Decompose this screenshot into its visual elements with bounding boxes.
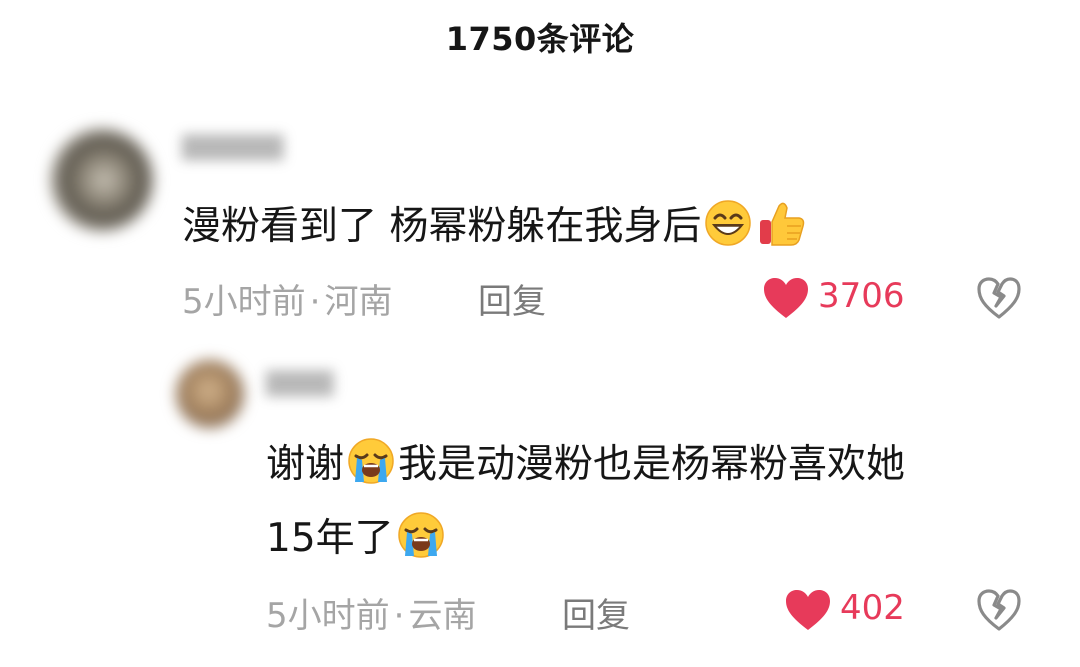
meta-separator: ·	[393, 596, 405, 636]
reply-time: 5小时前	[266, 596, 390, 636]
avatar[interactable]	[50, 128, 154, 232]
broken-heart-icon[interactable]	[976, 276, 1022, 320]
reply-username-blurred[interactable]: ████	[266, 372, 334, 397]
comment-time: 5小时前	[182, 282, 306, 322]
reply-body-line2: 15年了	[266, 516, 394, 561]
reply-button[interactable]: 回复	[478, 274, 546, 323]
comments-count-title: 1750条评论	[445, 20, 635, 58]
reply-avatar[interactable]	[176, 360, 244, 428]
like-count: 402	[840, 588, 905, 628]
comment-meta: 5小时前 · 河南	[182, 274, 392, 323]
broken-heart-icon[interactable]	[976, 588, 1022, 632]
reply-body-part1: 谢谢	[266, 442, 345, 487]
meta-separator: ·	[309, 282, 321, 322]
reply-meta: 5小时前 · 云南	[266, 588, 476, 637]
comments-panel: 1750条评论 ██████ 漫粉看到了 杨幂粉躲在我身后 5小时前 · 河南 回复…	[0, 0, 1080, 667]
heart-icon[interactable]	[784, 588, 832, 632]
grinning-face-icon	[703, 198, 753, 248]
reply-button[interactable]: 回复	[562, 588, 630, 637]
reply-body-line1: 我是动漫粉也是杨幂粉喜欢她	[398, 442, 906, 487]
comment-text[interactable]: 漫粉看到了 杨幂粉躲在我身后	[182, 190, 809, 264]
comment-body: 漫粉看到了 杨幂粉躲在我身后	[182, 204, 702, 249]
reply-comment-text[interactable]: 谢谢 我是动漫粉也是杨幂粉喜欢她 15年了	[266, 428, 1026, 576]
loudly-crying-face-icon	[346, 436, 396, 486]
heart-icon[interactable]	[762, 276, 810, 320]
username-blurred[interactable]: ██████	[182, 136, 284, 161]
loudly-crying-face-icon	[396, 510, 446, 560]
like-count: 3706	[818, 276, 905, 316]
comment-location: 河南	[324, 282, 393, 322]
thumbs-up-icon	[757, 198, 807, 248]
reply-location: 云南	[408, 596, 477, 636]
